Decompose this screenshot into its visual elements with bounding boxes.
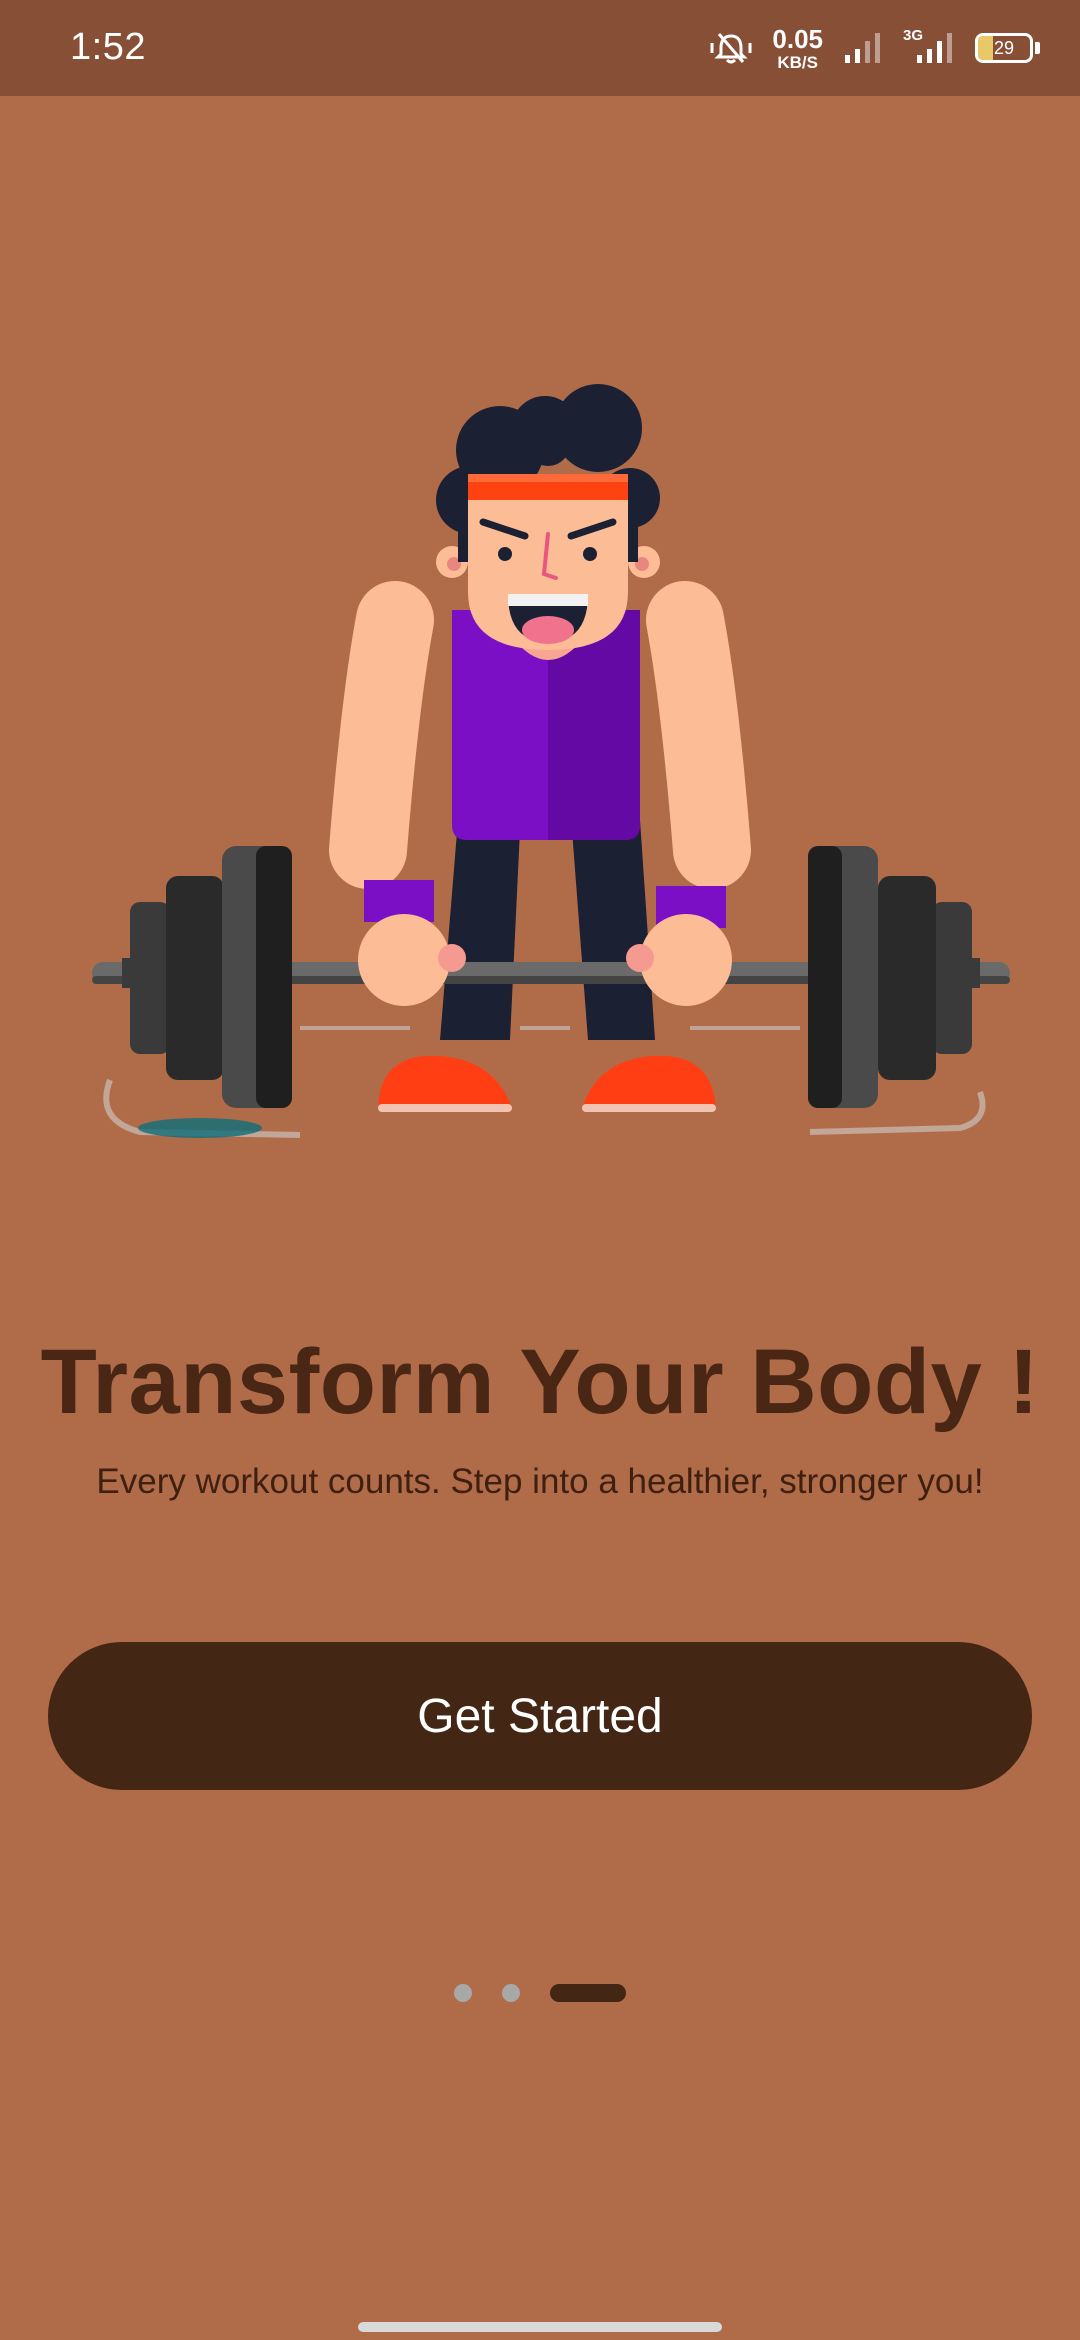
status-time: 1:52 — [70, 26, 146, 68]
network-speed-value: 0.05 — [772, 23, 823, 54]
status-icons: 0.05 KB/S 3G 29 — [708, 20, 1040, 76]
battery-level: 29 — [993, 37, 1015, 58]
onboarding-title: Transform Your Body ! — [40, 1331, 1040, 1433]
network-speed-unit: KB/S — [777, 52, 818, 72]
page-indicator — [0, 1982, 1080, 2002]
page-dot-2[interactable] — [502, 1984, 520, 2002]
page-dot-1[interactable] — [454, 1984, 472, 2002]
signal-3g-icon: 3G — [903, 27, 957, 65]
weightlifter-illustration — [0, 380, 1080, 1160]
home-indicator[interactable] — [358, 2322, 722, 2332]
battery-icon: 29 — [975, 33, 1040, 63]
mute-vibrate-icon — [708, 31, 754, 65]
status-bar: 1:52 0.05 KB/S 3G 29 — [0, 0, 1080, 96]
network-speed: 0.05 KB/S — [772, 26, 823, 71]
signal-icon — [843, 31, 885, 65]
page-dot-3-active[interactable] — [550, 1984, 626, 2002]
network-type-label: 3G — [903, 27, 924, 44]
get-started-button[interactable]: Get Started — [48, 1642, 1032, 1790]
onboarding-subtitle: Every workout counts. Step into a health… — [96, 1462, 984, 1501]
